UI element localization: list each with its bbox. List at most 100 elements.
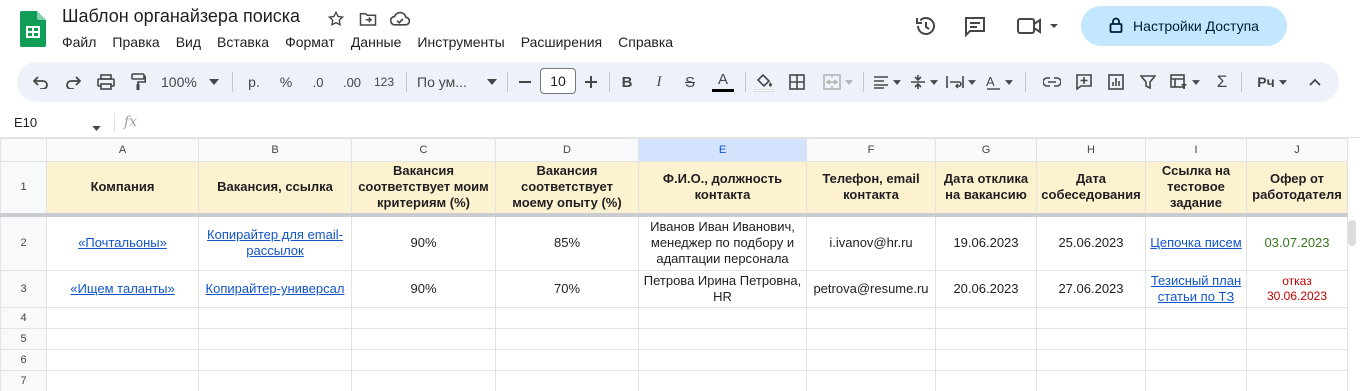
font-family-select[interactable]: По ум... bbox=[417, 70, 497, 94]
increase-decimal-button[interactable]: .00 bbox=[339, 70, 365, 94]
collapse-toolbar-icon[interactable] bbox=[1306, 70, 1324, 94]
empty-cell[interactable] bbox=[638, 328, 807, 350]
comments-icon[interactable] bbox=[961, 12, 989, 40]
cell-company[interactable]: «Почтальоны» bbox=[46, 214, 199, 271]
history-icon[interactable] bbox=[912, 12, 940, 40]
cell-experience[interactable]: 70% bbox=[495, 270, 639, 308]
cell-vacancy[interactable]: Копирайтер для email-рассылок bbox=[198, 214, 352, 271]
empty-cell[interactable] bbox=[1145, 307, 1247, 329]
empty-cell[interactable] bbox=[935, 349, 1037, 371]
filter-icon[interactable] bbox=[1138, 70, 1158, 94]
empty-cell[interactable] bbox=[935, 370, 1037, 391]
empty-cell[interactable] bbox=[351, 328, 496, 350]
header-cell[interactable]: Вакансия, ссылка bbox=[198, 161, 352, 217]
select-all-corner[interactable] bbox=[0, 138, 47, 162]
header-cell[interactable]: Компания bbox=[46, 161, 199, 217]
share-button[interactable]: Настройки Доступа bbox=[1081, 6, 1287, 46]
test-task-link[interactable]: Тезисный план статьи по ТЗ bbox=[1151, 273, 1241, 304]
empty-cell[interactable] bbox=[1145, 328, 1247, 350]
empty-cell[interactable] bbox=[806, 349, 936, 371]
empty-cell[interactable] bbox=[935, 307, 1037, 329]
header-cell[interactable]: Вакансия соответствует моим критериям (%… bbox=[351, 161, 496, 217]
menu-data[interactable]: Данные bbox=[351, 34, 410, 50]
empty-cell[interactable] bbox=[198, 328, 352, 350]
italic-button[interactable]: I bbox=[650, 70, 668, 94]
empty-cell[interactable] bbox=[46, 307, 199, 329]
header-cell[interactable]: Дата отклика на вакансию bbox=[935, 161, 1037, 217]
print-icon[interactable] bbox=[95, 70, 117, 94]
font-size-input[interactable]: 10 bbox=[540, 68, 576, 94]
move-folder-icon[interactable] bbox=[357, 8, 379, 30]
cell-phone-email[interactable]: i.ivanov@hr.ru bbox=[806, 214, 936, 271]
decrease-font-size-icon[interactable] bbox=[517, 70, 533, 94]
cell-criteria[interactable]: 90% bbox=[351, 270, 496, 308]
cell-offer[interactable]: 03.07.2023 bbox=[1246, 214, 1348, 271]
borders-icon[interactable] bbox=[787, 70, 807, 94]
undo-icon[interactable] bbox=[31, 70, 51, 94]
redo-icon[interactable] bbox=[63, 70, 83, 94]
cell-test-link[interactable]: Цепочка писем bbox=[1145, 214, 1247, 271]
percent-format-button[interactable]: % bbox=[277, 70, 295, 94]
column-header[interactable]: B bbox=[198, 138, 352, 162]
empty-cell[interactable] bbox=[1036, 349, 1146, 371]
cell-applied-date[interactable]: 19.06.2023 bbox=[935, 214, 1037, 271]
meet-icon[interactable] bbox=[1015, 12, 1063, 40]
empty-cell[interactable] bbox=[351, 349, 496, 371]
document-title[interactable]: Шаблон органайзера поиска bbox=[62, 6, 300, 27]
menu-tools[interactable]: Инструменты bbox=[417, 34, 512, 50]
insert-chart-icon[interactable] bbox=[1106, 70, 1126, 94]
filter-views-icon[interactable] bbox=[1168, 70, 1202, 94]
empty-cell[interactable] bbox=[806, 328, 936, 350]
column-header[interactable]: C bbox=[351, 138, 496, 162]
empty-cell[interactable] bbox=[495, 349, 639, 371]
cell-phone-email[interactable]: petrova@resume.ru bbox=[806, 270, 936, 308]
vacancy-link[interactable]: Копирайтер-универсал bbox=[206, 281, 345, 296]
column-header[interactable]: J bbox=[1246, 138, 1348, 162]
column-header[interactable]: D bbox=[495, 138, 639, 162]
empty-cell[interactable] bbox=[638, 307, 807, 329]
insert-link-icon[interactable] bbox=[1042, 70, 1062, 94]
cloud-saved-icon[interactable] bbox=[389, 8, 411, 30]
name-box[interactable]: E10 bbox=[14, 115, 37, 130]
sheets-logo-icon[interactable] bbox=[20, 11, 46, 47]
empty-cell[interactable] bbox=[198, 307, 352, 329]
cell-experience[interactable]: 85% bbox=[495, 214, 639, 271]
menu-help[interactable]: Справка bbox=[618, 34, 681, 50]
empty-cell[interactable] bbox=[1036, 370, 1146, 391]
text-rotation-icon[interactable]: A bbox=[981, 70, 1017, 94]
column-header-selected[interactable]: E bbox=[638, 138, 807, 162]
cell-interview-date[interactable]: 25.06.2023 bbox=[1036, 214, 1146, 271]
horizontal-align-icon[interactable] bbox=[871, 70, 903, 94]
menu-view[interactable]: Вид bbox=[176, 34, 209, 50]
menu-file[interactable]: Файл bbox=[62, 34, 104, 50]
spreadsheet-grid[interactable]: A B C D E F G H I J 1 Компания Вакансия,… bbox=[0, 138, 1360, 391]
menu-format[interactable]: Формат bbox=[285, 34, 343, 50]
input-tools-button[interactable]: Рч bbox=[1253, 70, 1291, 94]
cell-contact[interactable]: Петрова Ирина Петровна, HR bbox=[638, 270, 807, 308]
empty-cell[interactable] bbox=[495, 370, 639, 391]
cell-interview-date[interactable]: 27.06.2023 bbox=[1036, 270, 1146, 308]
empty-cell[interactable] bbox=[638, 349, 807, 371]
empty-cell[interactable] bbox=[46, 328, 199, 350]
header-cell[interactable]: Вакансия соответствует моему опыту (%) bbox=[495, 161, 639, 217]
empty-cell[interactable] bbox=[638, 370, 807, 391]
empty-cell[interactable] bbox=[1145, 349, 1247, 371]
header-cell[interactable]: Офер от работодателя bbox=[1246, 161, 1348, 217]
row-header[interactable]: 2 bbox=[0, 214, 47, 271]
empty-cell[interactable] bbox=[46, 349, 199, 371]
column-header[interactable]: A bbox=[46, 138, 199, 162]
company-link[interactable]: «Ищем таланты» bbox=[70, 281, 174, 296]
row-header[interactable]: 7 bbox=[0, 370, 47, 391]
empty-cell[interactable] bbox=[806, 370, 936, 391]
cell-offer[interactable]: отказ 30.06.2023 bbox=[1246, 270, 1348, 308]
paint-format-icon[interactable] bbox=[128, 70, 148, 94]
functions-button[interactable]: Σ bbox=[1213, 70, 1231, 94]
text-wrap-icon[interactable] bbox=[943, 70, 979, 94]
empty-cell[interactable] bbox=[495, 328, 639, 350]
column-header[interactable]: G bbox=[935, 138, 1037, 162]
text-color-button[interactable]: A bbox=[711, 70, 735, 94]
empty-cell[interactable] bbox=[351, 307, 496, 329]
fill-color-icon[interactable] bbox=[753, 70, 775, 94]
company-link[interactable]: «Почтальоны» bbox=[78, 235, 167, 250]
header-cell[interactable]: Ссылка на тестовое задание bbox=[1145, 161, 1247, 217]
